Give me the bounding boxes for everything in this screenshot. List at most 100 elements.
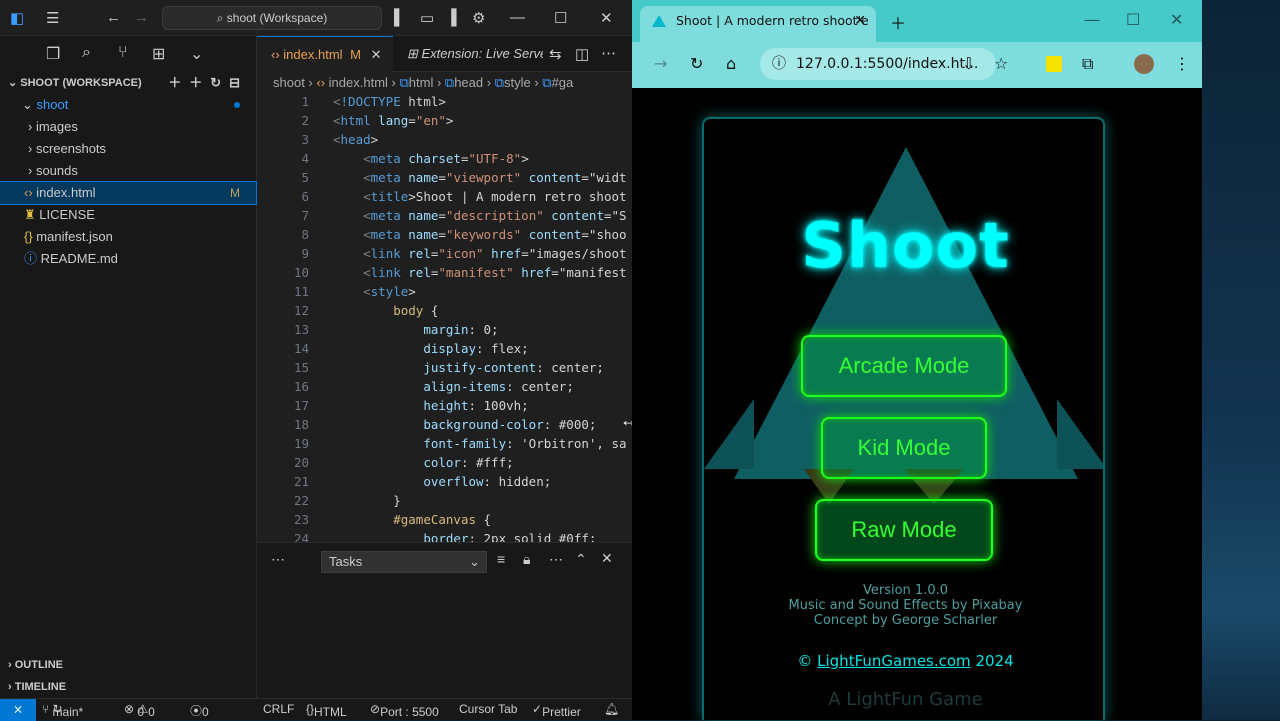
code-line[interactable]: <!DOCTYPE html> (333, 94, 446, 109)
arcade-mode-button[interactable]: Arcade Mode (801, 335, 1007, 397)
game-canvas[interactable]: Shoot Arcade Mode Kid Mode Raw Mode Vers… (702, 117, 1105, 720)
tree-file-readme[interactable]: ⓘ README.md (0, 248, 256, 270)
close-icon[interactable]: ✕ (600, 9, 613, 27)
reload-icon[interactable]: ↻ (690, 54, 703, 73)
more-actions-icon[interactable]: ⋯ (549, 551, 563, 568)
maximize-icon[interactable]: ☐ (554, 9, 567, 27)
eol-status[interactable]: CRLF (263, 702, 294, 716)
chevron-up-icon[interactable]: ⌃ (575, 551, 587, 568)
code-line[interactable]: <meta name="description" content="S (333, 208, 626, 223)
workspace-header[interactable]: ⌄ SHOOT (WORKSPACE) ＋＋↻⊟ (0, 72, 256, 94)
code-line[interactable]: overflow: hidden; (333, 474, 551, 489)
bookmark-star-icon[interactable]: ☆ (994, 54, 1008, 73)
minimize-icon[interactable]: — (1084, 10, 1100, 29)
more-actions-icon[interactable]: ⋯ (601, 44, 616, 62)
tree-folder-sounds[interactable]: › sounds (0, 160, 256, 182)
explorer-icon[interactable]: ❐ (46, 44, 60, 64)
tree-folder-images[interactable]: › images (0, 116, 256, 138)
install-app-icon[interactable]: ⇩ (962, 54, 975, 73)
code-line[interactable]: #gameCanvas { (333, 512, 491, 527)
extensions-puzzle-icon[interactable]: ⧉ (1082, 54, 1093, 74)
clear-output-icon[interactable]: ≡ (497, 551, 505, 567)
toggle-sidebar-icon[interactable]: ▌ (394, 9, 405, 26)
code-line[interactable]: <title>Shoot | A modern retro shoot (333, 189, 626, 204)
site-info-icon[interactable]: ⓘ (772, 48, 786, 80)
prettier-status[interactable]: ✓ Prettier (532, 702, 581, 719)
chevron-down-icon[interactable]: ⌄ (190, 44, 203, 64)
close-icon[interactable]: ✕ (1170, 10, 1183, 29)
code-line[interactable]: border: 2px solid #0ff; (333, 531, 596, 542)
code-line[interactable]: justify-content: center; (333, 360, 604, 375)
code-area[interactable]: 1 <!DOCTYPE html> 2 <html lang="en"> 3 <head>… (257, 94, 632, 542)
code-line[interactable]: <meta name="viewport" content="widt (333, 170, 626, 185)
raw-mode-button[interactable]: Raw Mode (815, 499, 993, 561)
tree-file-manifest[interactable]: {} manifest.json (0, 226, 256, 248)
code-line[interactable]: <html lang="en"> (333, 113, 453, 128)
branch-status[interactable]: ⑂ main* ↻ (42, 702, 83, 719)
outline-section[interactable]: › OUTLINE (0, 654, 256, 676)
code-line[interactable]: background-color: #000; (333, 417, 596, 432)
command-center-search[interactable]: ⌕ shoot (Workspace) (162, 6, 382, 30)
kid-mode-button[interactable]: Kid Mode (821, 417, 987, 479)
new-tab-icon[interactable]: ＋ (890, 10, 906, 34)
compare-icon[interactable]: ⇆ (549, 45, 562, 63)
language-status[interactable]: {} HTML (306, 702, 347, 719)
code-line[interactable]: color: #fff; (333, 455, 513, 470)
search-view-icon[interactable]: ⌕ (82, 44, 91, 62)
tasks-select[interactable]: Tasks ⌄ (321, 551, 487, 573)
code-line[interactable]: align-items: center; (333, 379, 574, 394)
code-line[interactable]: margin: 0; (333, 322, 498, 337)
lightfungames-link[interactable]: LightFunGames.com (817, 652, 971, 670)
remote-icon[interactable]: ⨯ (0, 699, 36, 721)
bell-icon[interactable]: 🔔︎ (604, 702, 619, 716)
code-line[interactable]: font-family: 'Orbitron', sa (333, 436, 626, 451)
code-line[interactable]: <meta charset="UTF-8"> (333, 151, 529, 166)
toggle-secondary-sidebar-icon[interactable]: ▐ (446, 9, 457, 26)
code-line[interactable]: <head> (333, 132, 378, 147)
line-number: 18 (293, 417, 309, 432)
more-actions-icon[interactable]: ⋯ (271, 551, 285, 568)
code-line[interactable]: <link rel="manifest" href="manifest (333, 265, 626, 280)
tree-file-license[interactable]: ♜ LICENSE (0, 204, 256, 226)
code-line[interactable]: display: flex; (333, 341, 528, 356)
tree-file-index-html[interactable]: ‹› index.html M (0, 181, 257, 205)
tree-folder-screenshots[interactable]: › screenshots (0, 138, 256, 160)
address-bar[interactable]: ⓘ 127.0.0.1:5500/index.ht... (760, 48, 996, 80)
live-server-status[interactable]: ⊘ Port : 5500 (370, 702, 439, 719)
code-line[interactable]: } (333, 493, 401, 508)
avatar[interactable] (1134, 54, 1154, 74)
problems-status[interactable]: ⊗ 0 ⚠ 0 (124, 702, 155, 719)
code-line[interactable]: <link rel="icon" href="images/shoot (333, 246, 626, 261)
timeline-section[interactable]: › TIMELINE (0, 676, 256, 698)
home-icon[interactable]: ⌂ (726, 54, 736, 73)
cursor-tab-status[interactable]: Cursor Tab (459, 702, 517, 716)
tab-index-html[interactable]: ‹› index.html M ✕ (257, 36, 393, 72)
minimize-icon[interactable]: — (510, 9, 525, 26)
code-line[interactable]: height: 100vh; (333, 398, 528, 413)
close-tab-icon[interactable]: ✕ (854, 6, 866, 36)
code-line[interactable]: <meta name="keywords" content="shoo (333, 227, 626, 242)
browser-tab-shoot[interactable]: Shoot | A modern retro shoot'e ✕ (640, 6, 876, 42)
toggle-panel-icon[interactable]: ▭ (420, 9, 434, 27)
gear-icon[interactable]: ⚙ (472, 9, 485, 27)
forward-arrow-icon[interactable]: → (134, 9, 149, 26)
code-line[interactable]: body { (333, 303, 438, 318)
menu-kebab-icon[interactable]: ⋮ (1174, 54, 1190, 73)
code-editor: ‹› index.html M ✕ ⊞ Extension: Live Serv… (257, 36, 632, 542)
extensions-icon[interactable]: ⊞ (152, 44, 165, 64)
tab-live-server[interactable]: ⊞ Extension: Live Serve (393, 36, 543, 72)
close-panel-icon[interactable]: ✕ (601, 550, 613, 567)
back-arrow-icon[interactable]: ← (106, 9, 121, 26)
tree-folder-shoot[interactable]: ⌄ shoot (0, 94, 256, 116)
explorer-actions[interactable]: ＋＋↻⊟ (168, 72, 248, 94)
lock-icon[interactable]: 🔒︎ (523, 551, 530, 568)
menu-icon[interactable]: ☰ (46, 9, 59, 27)
forward-arrow-icon[interactable]: → (654, 54, 667, 73)
maximize-icon[interactable]: ☐ (1126, 10, 1140, 29)
code-line[interactable]: <style> (333, 284, 416, 299)
close-icon[interactable]: ✕ (371, 47, 382, 62)
extension-yellow-icon[interactable] (1046, 56, 1062, 72)
source-control-icon[interactable]: ⑂ (118, 44, 128, 62)
split-editor-icon[interactable]: ◫ (575, 45, 589, 63)
ports-status[interactable]: ⦿ 0 (190, 702, 209, 719)
